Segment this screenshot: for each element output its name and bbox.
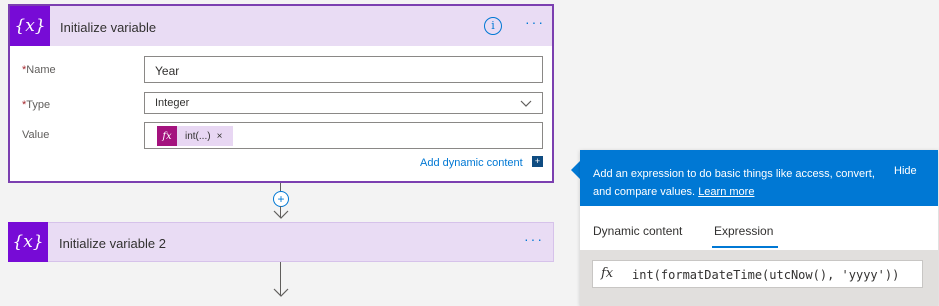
expression-text: int(formatDateTime(utcNow(), 'yyyy')) [632, 268, 900, 282]
tab-dynamic-content[interactable]: Dynamic content [593, 224, 682, 238]
type-label: *Type [22, 99, 51, 111]
learn-more-link[interactable]: Learn more [698, 186, 754, 198]
name-field[interactable]: Year [144, 56, 543, 83]
token-remove-icon[interactable]: × [217, 131, 223, 142]
arrow-down-icon [273, 283, 289, 303]
value-field[interactable]: fx int(...) × [144, 122, 543, 149]
panel-pointer [571, 161, 580, 179]
fx-icon: fx [601, 266, 614, 281]
info-icon[interactable]: i [484, 17, 502, 35]
panel-header: Add an expression to do basic things lik… [580, 150, 938, 206]
expression-area: fx int(formatDateTime(utcNow(), 'yyyy')) [580, 250, 938, 306]
name-value: Year [155, 64, 180, 78]
initialize-variable-card[interactable]: {x} Initialize variable i ··· *Name Year… [8, 4, 554, 183]
hide-button[interactable]: Hide [894, 165, 917, 177]
more-options-icon[interactable]: ··· [524, 231, 544, 247]
name-label: *Name [22, 64, 56, 76]
type-value: Integer [155, 97, 190, 109]
type-select[interactable]: Integer [144, 92, 543, 114]
add-dynamic-content-link[interactable]: Add dynamic content [420, 157, 523, 169]
card-title[interactable]: Initialize variable [60, 20, 156, 35]
active-tab-indicator [712, 246, 778, 248]
variable-icon: {x} [8, 222, 48, 262]
variable-icon: {x} [10, 6, 50, 46]
token-label: int(...) [185, 130, 211, 142]
initialize-variable-2-card[interactable]: {x} Initialize variable 2 ··· [8, 222, 554, 262]
value-label: Value [22, 129, 50, 141]
more-options-icon[interactable]: ··· [525, 14, 545, 30]
card-header[interactable]: {x} Initialize variable i ··· [10, 6, 552, 46]
dynamic-content-panel: Add an expression to do basic things lik… [580, 150, 938, 306]
panel-description: Add an expression to do basic things lik… [593, 168, 875, 198]
connector-line [280, 183, 281, 191]
tab-expression[interactable]: Expression [714, 224, 773, 238]
add-dynamic-content-icon[interactable]: + [532, 156, 543, 167]
chevron-down-icon[interactable] [520, 97, 532, 112]
fx-icon: fx [157, 126, 177, 146]
expression-input[interactable]: fx int(formatDateTime(utcNow(), 'yyyy')) [592, 260, 923, 288]
card-title[interactable]: Initialize variable 2 [59, 236, 166, 251]
expression-token[interactable]: fx int(...) × [157, 126, 233, 146]
